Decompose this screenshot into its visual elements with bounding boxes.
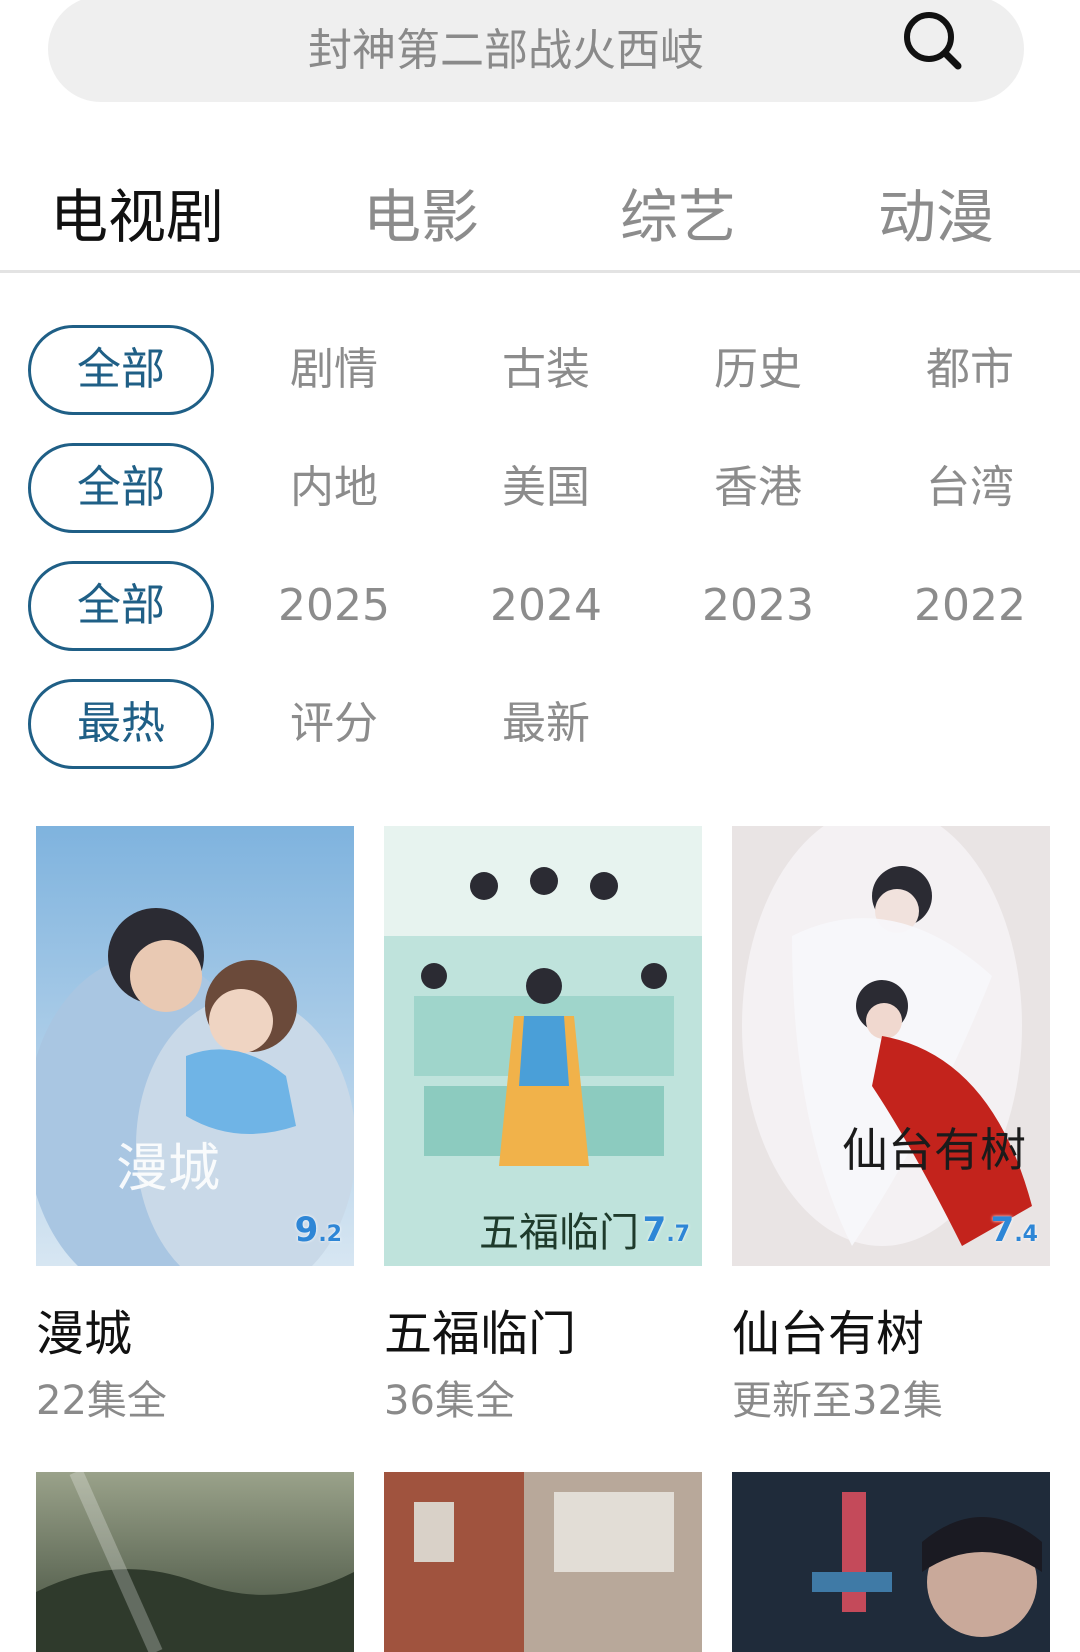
show-title[interactable]: 仙台有树 [732, 1294, 924, 1364]
sort-filter-row: 最热 评分 最新 [0, 679, 1080, 771]
svg-text:仙台有树: 仙台有树 [842, 1123, 1026, 1177]
rating-badge: 7.7 [642, 1210, 690, 1250]
region-option[interactable]: 台湾 [890, 443, 1050, 533]
year-filter-row: 全部 2025 2024 2023 2022 [0, 561, 1080, 653]
episode-status: 22集全 [36, 1378, 167, 1424]
episode-status: 36集全 [384, 1378, 515, 1424]
poster-art: 漫城 [36, 826, 354, 1266]
genre-filter-row: 全部 剧情 古装 历史 都市 [0, 325, 1080, 417]
poster-art: 五福临门 [384, 826, 702, 1266]
poster-image[interactable] [36, 1472, 354, 1652]
show-title[interactable]: 漫城 [36, 1294, 132, 1364]
svg-text:漫城: 漫城 [116, 1139, 220, 1199]
poster-image[interactable]: 漫城 9.2 [36, 826, 354, 1266]
search-placeholder: 封神第二部战火西岐 [308, 25, 704, 76]
region-option[interactable]: 香港 [678, 443, 838, 533]
show-title[interactable]: 五福临门 [384, 1294, 576, 1364]
search-icon[interactable] [900, 8, 966, 74]
tabs-divider [0, 270, 1080, 273]
category-tabs: 电视剧 电影 综艺 动漫 [0, 160, 1080, 270]
search-bar[interactable]: 封神第二部战火西岐 [48, 0, 1024, 102]
sort-chip-selected[interactable]: 最热 [28, 679, 214, 769]
poster-art [36, 1472, 354, 1652]
poster-art [732, 1472, 1050, 1652]
year-option[interactable]: 2024 [466, 561, 626, 651]
genre-option[interactable]: 历史 [678, 325, 838, 415]
region-option[interactable]: 内地 [254, 443, 414, 533]
tab-movies[interactable]: 电影 [363, 170, 479, 254]
genre-option[interactable]: 都市 [890, 325, 1050, 415]
genre-option[interactable]: 剧情 [254, 325, 414, 415]
rating-badge: 7.4 [990, 1210, 1038, 1250]
poster-image[interactable]: 五福临门 7.7 [384, 826, 702, 1266]
region-chip-selected[interactable]: 全部 [28, 443, 214, 533]
poster-image[interactable] [384, 1472, 702, 1652]
genre-option[interactable]: 古装 [466, 325, 626, 415]
year-chip-selected[interactable]: 全部 [28, 561, 214, 651]
region-filter-row: 全部 内地 美国 香港 台湾 [0, 443, 1080, 535]
year-option[interactable]: 2023 [678, 561, 838, 651]
poster-image[interactable] [732, 1472, 1050, 1652]
episode-status: 更新至32集 [732, 1378, 943, 1424]
svg-text:五福临门: 五福临门 [479, 1210, 639, 1256]
year-option[interactable]: 2025 [254, 561, 414, 651]
tab-anime[interactable]: 动漫 [878, 170, 994, 254]
sort-option[interactable]: 最新 [466, 679, 626, 769]
genre-chip-selected[interactable]: 全部 [28, 325, 214, 415]
year-option[interactable]: 2022 [890, 561, 1050, 651]
sort-option[interactable]: 评分 [254, 679, 414, 769]
region-option[interactable]: 美国 [466, 443, 626, 533]
rating-badge: 9.2 [294, 1210, 342, 1250]
poster-art: 仙台有树 [732, 826, 1050, 1266]
poster-image[interactable]: 仙台有树 7.4 [732, 826, 1050, 1266]
tab-tv-series[interactable]: 电视剧 [50, 170, 224, 254]
tab-variety[interactable]: 综艺 [620, 170, 736, 254]
poster-art [384, 1472, 702, 1652]
